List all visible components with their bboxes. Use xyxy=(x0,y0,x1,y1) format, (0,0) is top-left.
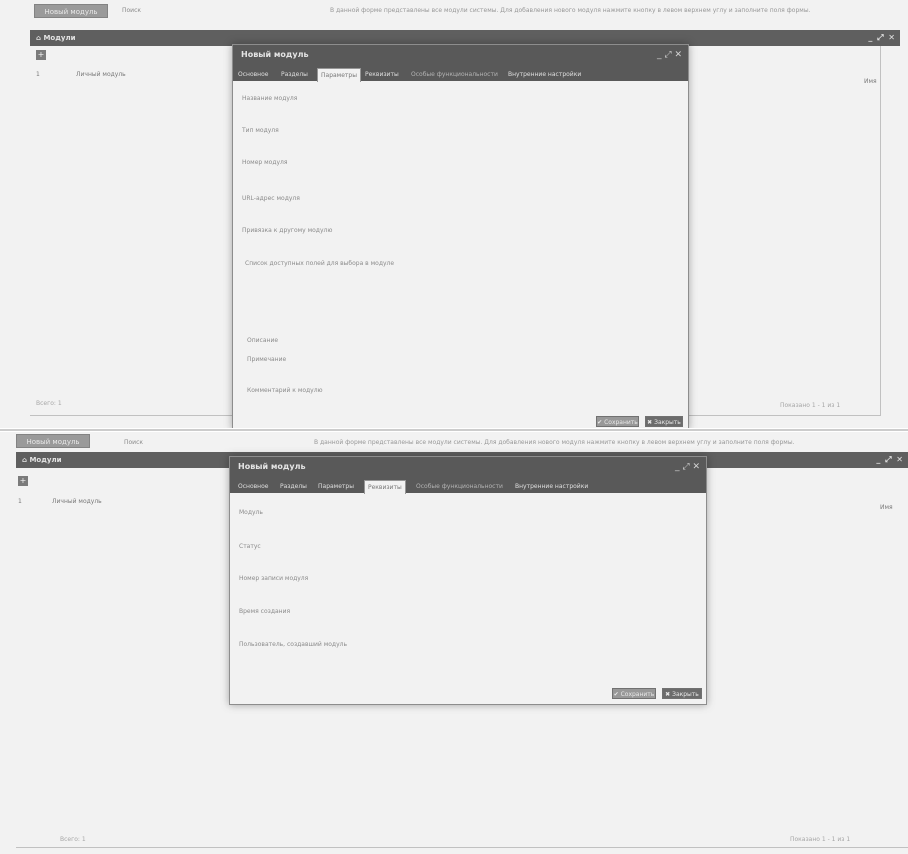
tab-sections[interactable]: Разделы xyxy=(281,68,308,81)
field-label: Привязка к другому модулю xyxy=(242,227,333,234)
info-text: В данной форме представлены все модули с… xyxy=(330,7,811,14)
tab-internal-settings[interactable]: Внутренние настройки xyxy=(508,68,581,81)
modules-panel-title: ⌂ Модули xyxy=(22,452,61,468)
dialog-window-controls[interactable]: _ ⤢ ✕ xyxy=(657,45,682,65)
tab-special-functions[interactable]: Особые функциональности xyxy=(416,480,503,493)
field-label: URL-адрес модуля xyxy=(242,195,300,202)
save-button[interactable]: ✔ Сохранить xyxy=(612,688,656,699)
new-module-dialog: Новый модуль _ ⤢ ✕ Основное Разделы Пара… xyxy=(229,456,707,705)
tab-special-functions[interactable]: Особые функциональности xyxy=(411,68,498,81)
field-label: Пользователь, создавший модуль xyxy=(239,641,347,648)
panel-footer-paging: Показано 1 - 1 из 1 xyxy=(780,402,841,409)
screenshot-top: Новый модуль Поиск В данной форме предст… xyxy=(0,0,908,428)
field-label: Модуль xyxy=(239,509,263,516)
close-button[interactable]: ✖ Закрыть xyxy=(645,416,683,427)
modules-panel-title: ⌂ Модули xyxy=(36,30,75,46)
screenshot-divider xyxy=(0,429,908,431)
top-toolbar: Новый модуль Поиск В данной форме предст… xyxy=(0,432,908,454)
field-label: Список доступных полей для выбора в моду… xyxy=(245,260,395,267)
panel-title-text: Модули xyxy=(29,456,62,464)
table-row-name[interactable]: Личный модуль xyxy=(52,498,102,505)
panel-border-bottom xyxy=(16,847,908,848)
tab-sections[interactable]: Разделы xyxy=(280,480,307,493)
field-label: Описание xyxy=(247,337,279,344)
tab-requisites[interactable]: Реквизиты xyxy=(364,480,406,494)
panel-window-controls[interactable]: _ ⤢ ✕ xyxy=(868,30,896,46)
table-row-name[interactable]: Личный модуль xyxy=(76,71,126,78)
table-row-number: 1 xyxy=(36,71,40,78)
new-module-dialog: Новый модуль _ ⤢ ✕ Основное Разделы Пара… xyxy=(232,44,689,428)
field-label: Название модуля xyxy=(242,95,298,102)
panel-footer-count: Всего: 1 xyxy=(60,836,86,843)
dialog-tabbar: Основное Разделы Параметры Реквизиты Осо… xyxy=(233,65,688,82)
add-module-button[interactable]: + xyxy=(36,50,46,60)
tab-requisites[interactable]: Реквизиты xyxy=(365,68,399,81)
close-button[interactable]: ✖ Закрыть xyxy=(662,688,702,699)
column-header-name[interactable]: Имя xyxy=(864,78,877,85)
field-label: Примечание xyxy=(247,356,287,363)
table-row-number: 1 xyxy=(18,498,22,505)
new-module-toolbar-button[interactable]: Новый модуль xyxy=(34,4,108,18)
tab-parameters[interactable]: Параметры xyxy=(318,480,354,493)
panel-title-text: Модули xyxy=(43,34,76,42)
column-header-name[interactable]: Имя xyxy=(880,504,893,511)
search-link[interactable]: Поиск xyxy=(124,439,143,446)
dialog-title: Новый модуль xyxy=(233,45,688,65)
dialog-window-controls[interactable]: _ ⤢ ✕ xyxy=(675,457,700,477)
dialog-title: Новый модуль xyxy=(230,457,706,477)
panel-footer-paging: Показано 1 - 1 из 1 xyxy=(790,836,851,843)
field-label: Время создания xyxy=(239,608,291,615)
tab-internal-settings[interactable]: Внутренние настройки xyxy=(515,480,588,493)
panel-footer-count: Всего: 1 xyxy=(36,400,62,407)
field-label: Номер записи модуля xyxy=(239,575,309,582)
tab-main[interactable]: Основное xyxy=(238,68,268,81)
info-text: В данной форме представлены все модули с… xyxy=(314,439,795,446)
save-button[interactable]: ✔ Сохранить xyxy=(596,416,639,427)
top-toolbar: Новый модуль Поиск В данной форме предст… xyxy=(0,0,908,22)
tab-parameters[interactable]: Параметры xyxy=(317,68,361,82)
tab-main[interactable]: Основное xyxy=(238,480,268,493)
screenshot-bottom: Новый модуль Поиск В данной форме предст… xyxy=(0,432,908,854)
new-module-toolbar-button[interactable]: Новый модуль xyxy=(16,434,90,448)
dialog-tabbar: Основное Разделы Параметры Реквизиты Осо… xyxy=(230,477,706,494)
field-label: Тип модуля xyxy=(242,127,279,134)
field-label: Комментарий к модулю xyxy=(247,387,323,394)
field-label: Номер модуля xyxy=(242,159,288,166)
field-label: Статус xyxy=(239,543,261,550)
panel-window-controls[interactable]: _ ⤢ ✕ xyxy=(876,452,904,468)
panel-border xyxy=(880,46,881,416)
search-link[interactable]: Поиск xyxy=(122,7,141,14)
add-module-button[interactable]: + xyxy=(18,476,28,486)
